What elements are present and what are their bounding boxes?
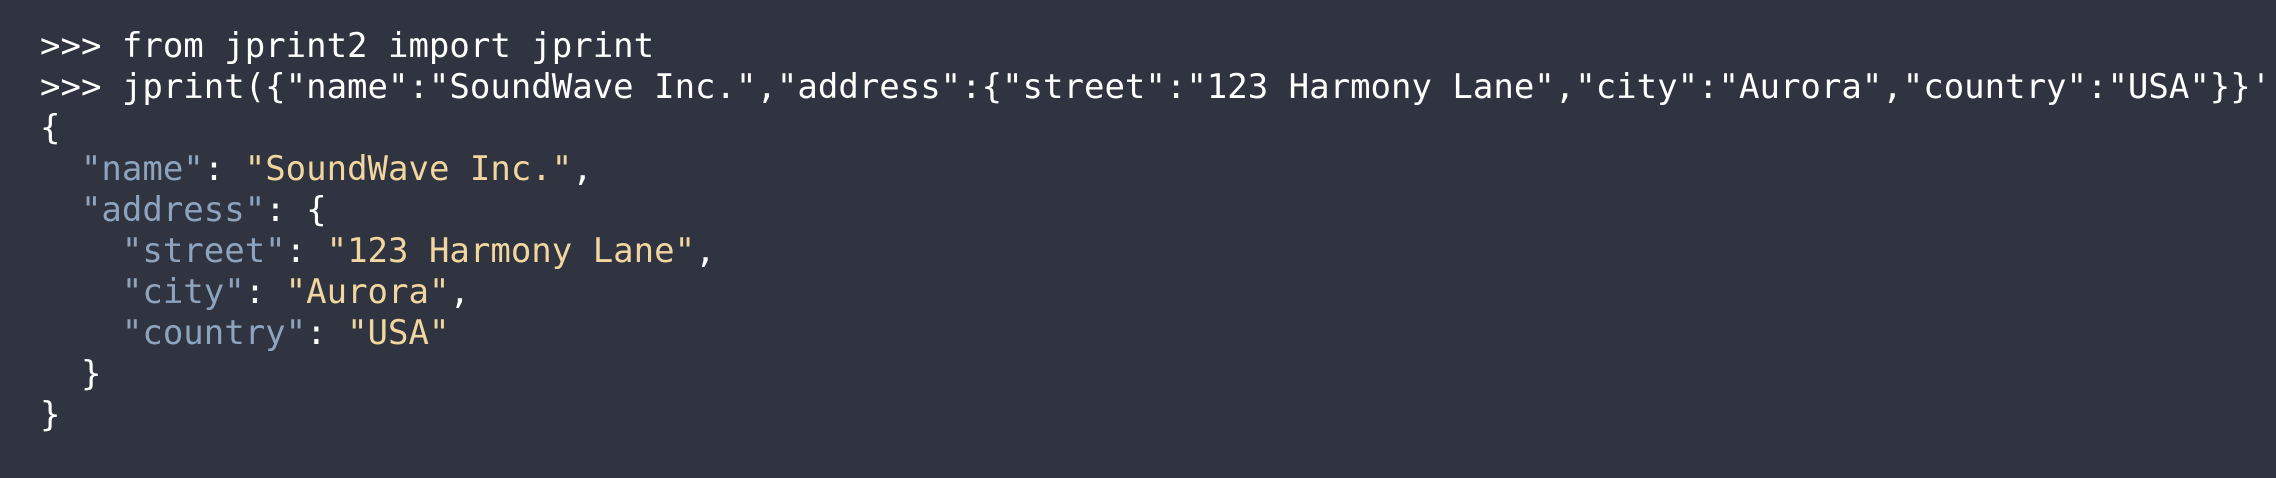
prompt: >>> [40, 26, 122, 66]
terminal-line: >>> jprint({"name":"SoundWave Inc.","add… [40, 67, 2276, 108]
terminal-line: >>> from jprint2 import jprint [40, 26, 2276, 67]
json-punctuation: , [449, 272, 470, 312]
command-text: jprint({"name":"SoundWave Inc.","address… [121, 67, 2276, 107]
json-punctuation: , [695, 231, 716, 271]
json-punctuation: , [572, 149, 593, 189]
json-key: "street" [121, 231, 286, 271]
json-line: } [40, 395, 2276, 436]
json-punctuation: { [40, 108, 61, 148]
json-punctuation: } [40, 354, 102, 394]
json-line: "street": "123 Harmony Lane", [40, 231, 2276, 272]
json-punctuation: : [285, 231, 327, 271]
json-string-value: "123 Harmony Lane" [326, 231, 696, 271]
json-line: } [40, 354, 2276, 395]
json-punctuation: : { [265, 190, 327, 230]
prompt: >>> [40, 67, 122, 107]
json-string-value: "SoundWave Inc." [244, 149, 573, 189]
json-key: "country" [121, 313, 307, 353]
json-line: "name": "SoundWave Inc.", [40, 149, 2276, 190]
json-punctuation: : [306, 313, 348, 353]
json-key: "address" [80, 190, 266, 230]
json-line: "city": "Aurora", [40, 272, 2276, 313]
command-text: from jprint2 import jprint [121, 26, 655, 66]
json-line: { [40, 108, 2276, 149]
json-line: "address": { [40, 190, 2276, 231]
json-line: "country": "USA" [40, 313, 2276, 354]
json-punctuation: } [40, 395, 61, 435]
json-key: "name" [80, 149, 204, 189]
json-punctuation: : [244, 272, 286, 312]
terminal-output: >>> from jprint2 import jprint >>> jprin… [0, 0, 2276, 478]
json-punctuation: : [203, 149, 245, 189]
json-string-value: "USA" [347, 313, 450, 353]
json-key: "city" [121, 272, 245, 312]
json-string-value: "Aurora" [285, 272, 450, 312]
